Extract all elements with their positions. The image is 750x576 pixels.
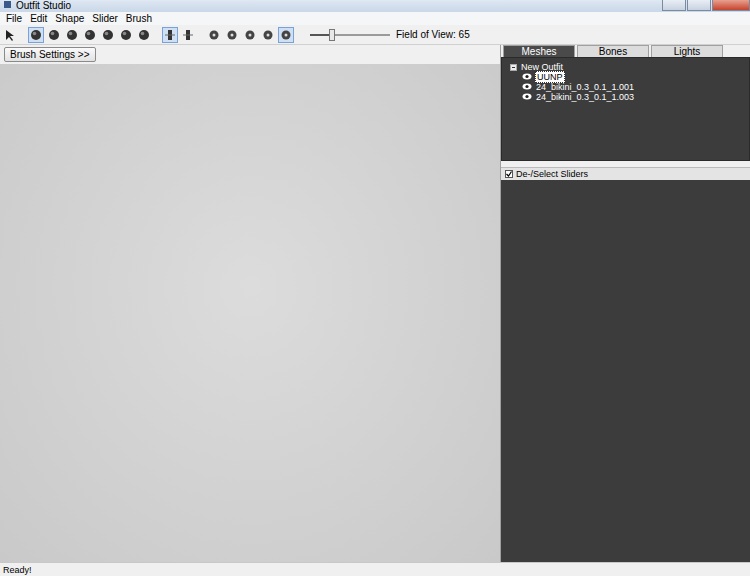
- 3d-viewport[interactable]: [0, 64, 500, 562]
- mesh-item[interactable]: 24_bikini_0.3_0.1_1.003: [510, 92, 749, 102]
- menu-item[interactable]: Brush: [122, 13, 156, 24]
- view-tool-icon[interactable]: [278, 27, 294, 43]
- menu-item[interactable]: Shape: [51, 13, 88, 24]
- menu-item[interactable]: Edit: [26, 13, 51, 24]
- menu-item[interactable]: File: [2, 13, 26, 24]
- sliders-header-label: De-/Select Sliders: [516, 169, 588, 179]
- collapse-icon[interactable]: [510, 64, 517, 71]
- brush-tool-icon[interactable]: [118, 27, 134, 43]
- view-tool-icon[interactable]: [224, 27, 240, 43]
- brush-tool-icon[interactable]: [82, 27, 98, 43]
- eye-icon[interactable]: [522, 92, 532, 102]
- mesh-item[interactable]: 24_bikini_0.3_0.1_1.001: [510, 82, 749, 92]
- select-sliders-checkbox[interactable]: [505, 170, 513, 178]
- toggle-tool-icon[interactable]: [162, 27, 178, 43]
- brush-tool-icon[interactable]: [100, 27, 116, 43]
- slider-list: [501, 180, 750, 562]
- menu-item[interactable]: Slider: [88, 13, 122, 24]
- toggle-tool-icon[interactable]: [180, 27, 196, 43]
- fov-label: Field of View: 65: [396, 29, 470, 40]
- brush-tool-icon[interactable]: [28, 27, 44, 43]
- brush-tool-icon[interactable]: [64, 27, 80, 43]
- eye-icon[interactable]: [522, 82, 532, 92]
- view-tool-icon[interactable]: [206, 27, 222, 43]
- view-tool-icon[interactable]: [260, 27, 276, 43]
- tab[interactable]: Meshes: [503, 45, 575, 57]
- tab[interactable]: Lights: [651, 45, 723, 57]
- mesh-name[interactable]: 24_bikini_0.3_0.1_1.003: [535, 92, 635, 102]
- menu-bar: FileEditShapeSliderBrush: [0, 12, 750, 25]
- fov-slider[interactable]: [310, 34, 390, 36]
- mesh-name[interactable]: UUNP: [535, 71, 565, 83]
- eye-icon[interactable]: [522, 72, 532, 82]
- status-bar: Ready!: [0, 562, 750, 576]
- view-tool-icon[interactable]: [242, 27, 258, 43]
- title-bar: Outfit Studio: [0, 0, 750, 12]
- slider-thumb[interactable]: [329, 29, 335, 41]
- status-text: Ready!: [3, 565, 32, 575]
- mesh-name[interactable]: 24_bikini_0.3_0.1_1.001: [535, 82, 635, 92]
- tab[interactable]: Bones: [577, 45, 649, 57]
- app-icon: [3, 0, 12, 12]
- maximize-button[interactable]: [687, 0, 711, 11]
- tab-bar: MeshesBonesLights: [501, 45, 750, 57]
- mesh-item[interactable]: UUNP: [510, 72, 749, 82]
- toolbar: Field of View: 65: [0, 25, 750, 45]
- window-title: Outfit Studio: [12, 0, 662, 12]
- brush-tool-icon[interactable]: [46, 27, 62, 43]
- select-tool-icon[interactable]: [2, 27, 18, 43]
- brush-tool-icon[interactable]: [136, 27, 152, 43]
- close-button[interactable]: [712, 0, 750, 11]
- mesh-tree: New OutfitUUNP24_bikini_0.3_0.1_1.00124_…: [501, 57, 750, 161]
- minimize-button[interactable]: [662, 0, 686, 11]
- brush-settings-button[interactable]: Brush Settings >>: [4, 47, 96, 62]
- sliders-header: De-/Select Sliders: [501, 167, 750, 180]
